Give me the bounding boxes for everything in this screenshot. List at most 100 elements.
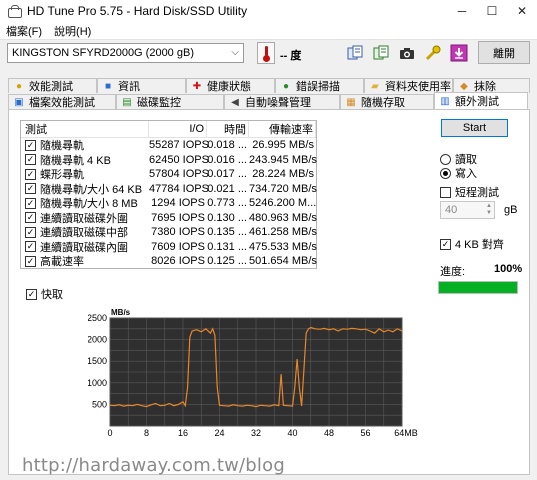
row-checkbox[interactable]: ✓	[25, 241, 36, 253]
row-checkbox[interactable]: ✓	[25, 183, 36, 195]
tab-label: 隨機存取	[361, 97, 405, 109]
row-io: 7695 IOPS	[151, 211, 205, 224]
tab-aam[interactable]: ◀ 自動噪聲管理	[224, 94, 340, 109]
write-option[interactable]: 寫入	[440, 165, 477, 181]
table-row[interactable]: ✓ 隨機尋軌 4 KB 62450 IOPS 0.016 ... 243.945 MB/…	[21, 153, 317, 168]
copy-info-button[interactable]	[345, 43, 365, 63]
short-test-size-input[interactable]: 40 ▲ ▼	[440, 201, 495, 219]
short-test-option[interactable]: 短程測試	[440, 184, 499, 200]
tab-label: 檔案效能測試	[29, 97, 95, 109]
monitor-icon: ▤	[122, 96, 132, 108]
table-row[interactable]: ✓ 連續讀取磁碟外圍 7695 IOPS 0.130 ... 480.963 MB/s	[21, 211, 317, 226]
row-rate: 461.258 MB/s	[249, 226, 317, 239]
window-title: HD Tune Pro 5.75 - Hard Disk/SSD Utility	[27, 4, 248, 18]
col-io[interactable]: I/O	[149, 121, 207, 137]
tab-label: 資訊	[118, 81, 140, 93]
short-test-size-value: 40	[445, 204, 458, 216]
row-time: 0.017 ...	[207, 168, 247, 181]
read-radio[interactable]	[440, 153, 451, 165]
progress-label: 進度:	[440, 266, 466, 278]
x-tick-label: 0	[107, 428, 112, 438]
menu-file[interactable]: 檔案(F)	[0, 23, 48, 39]
save-button[interactable]	[449, 43, 469, 63]
tab-info[interactable]: ■ 資訊	[97, 78, 186, 93]
gb-unit-label: gB	[504, 204, 518, 216]
file-benchmark-icon: ▣	[14, 96, 24, 108]
write-radio[interactable]	[440, 167, 451, 179]
tab-health[interactable]: ✚ 健康狀態	[186, 78, 275, 93]
transfer-chart-svg: 500 1000 1500 2000 2500 0 8 16 24 32 40 48 56 64MB MB/…	[87, 308, 418, 438]
download-icon	[450, 44, 468, 62]
tab-label: 資料夾使用率	[385, 81, 451, 93]
spinner-arrows-icon[interactable]: ▲ ▼	[486, 203, 492, 217]
col-test[interactable]: 測試	[21, 121, 149, 137]
short-test-checkbox[interactable]	[440, 186, 451, 198]
row-io: 55287 IOPS	[149, 139, 209, 152]
row-time: 0.131 ...	[207, 240, 247, 253]
document-icon	[373, 45, 389, 60]
menu-help[interactable]: 說明(H)	[48, 23, 97, 39]
align-4kb-checkbox[interactable]: ✓	[440, 238, 451, 250]
align-4kb-label: 4 KB 對齊	[455, 239, 504, 251]
maximize-button[interactable]: ☐	[477, 0, 507, 22]
row-time: 0.018 ...	[207, 139, 247, 152]
wrench-icon	[425, 45, 441, 61]
row-checkbox[interactable]: ✓	[25, 139, 36, 151]
x-tick-label: 56	[360, 428, 370, 438]
tab-disk-monitor[interactable]: ▤ 磁碟監控	[116, 94, 224, 109]
y-tick-label: 2000	[88, 335, 107, 345]
erase-icon: ◆	[460, 80, 468, 92]
row-checkbox[interactable]: ✓	[25, 154, 36, 166]
col-rate[interactable]: 傳輸速率	[249, 121, 316, 137]
start-button[interactable]: Start	[441, 119, 508, 137]
screenshot-button[interactable]	[397, 43, 417, 63]
close-button[interactable]: ✕	[507, 0, 537, 22]
tab-label: 磁碟監控	[137, 97, 181, 109]
tab-extra-tests[interactable]: ▥ 額外測試	[434, 92, 528, 109]
row-io: 47784 IOPS	[149, 182, 209, 195]
table-row[interactable]: ✓ 連續讀取磁碟中部 7380 IOPS 0.135 ... 461.258 MB/s	[21, 225, 317, 240]
col-time[interactable]: 時間	[207, 121, 249, 137]
row-rate: 243.945 MB/s	[249, 153, 317, 166]
tab-folder-usage[interactable]: ▰ 資料夾使用率	[364, 78, 453, 93]
row-time: 0.135 ...	[207, 226, 247, 239]
x-tick-label: 8	[144, 428, 149, 438]
row-rate: 28.224 MB/s	[252, 168, 314, 181]
row-checkbox[interactable]: ✓	[25, 255, 36, 267]
row-checkbox[interactable]: ✓	[25, 226, 36, 238]
tab-erase[interactable]: ◆ 抹除	[453, 78, 530, 93]
row-checkbox[interactable]: ✓	[25, 168, 36, 180]
thermometer-icon	[257, 42, 275, 64]
tab-error-scan[interactable]: ● 錯誤掃描	[275, 78, 364, 93]
tab-file-benchmark[interactable]: ▣ 檔案效能測試	[8, 94, 116, 109]
table-row[interactable]: ✓ 連續讀取磁碟內圍 7609 IOPS 0.131 ... 475.533 MB/s	[21, 240, 317, 255]
table-row[interactable]: ✓ 隨機尋軌/大小 64 KB 47784 IOPS 0.021 ... 734.720…	[21, 182, 317, 197]
row-io: 57804 IOPS	[149, 168, 209, 181]
row-checkbox[interactable]: ✓	[25, 197, 36, 209]
copy-icon	[347, 45, 363, 60]
folder-icon: ▰	[371, 80, 379, 92]
options-button[interactable]	[423, 43, 443, 63]
table-row[interactable]: ✓ 隨機尋軌 55287 IOPS 0.018 ... 26.995 MB/s	[21, 138, 316, 153]
table-row[interactable]: ✓ 高載速率 8026 IOPS 0.125 ... 501.654 MB/s	[21, 254, 317, 269]
tab-benchmark[interactable]: ● 效能測試	[8, 78, 97, 93]
benchmark-icon: ●	[15, 80, 23, 92]
copy-text-button[interactable]	[371, 43, 391, 63]
chevron-down-icon: ⌵	[231, 47, 239, 58]
exit-button[interactable]: 離開	[478, 41, 530, 64]
row-time: 0.016 ...	[207, 153, 247, 166]
cache-checkbox[interactable]: ✓	[26, 288, 37, 300]
cache-option[interactable]: ✓ 快取	[26, 286, 63, 302]
progress-fill	[439, 282, 517, 293]
cache-label: 快取	[41, 289, 63, 301]
drive-select[interactable]: KINGSTON SFYRD2000G (2000 gB) ⌵	[7, 43, 244, 63]
align-4kb-option[interactable]: ✓ 4 KB 對齊	[440, 236, 504, 252]
minimize-button[interactable]: ─	[447, 0, 477, 22]
row-checkbox[interactable]: ✓	[25, 212, 36, 224]
y-tick-label: 1500	[88, 356, 107, 366]
tab-random-access[interactable]: ▦ 隨機存取	[340, 94, 434, 109]
row-time: 0.773 ...	[207, 197, 247, 210]
menu-bar: 檔案(F) 說明(H)	[0, 22, 537, 40]
table-row[interactable]: ✓ 蝶形尋軌 57804 IOPS 0.017 ... 28.224 MB/s	[21, 167, 316, 182]
table-row[interactable]: ✓ 隨機尋軌/大小 8 MB 1294 IOPS 0.773 ... 5246.200 …	[21, 196, 316, 211]
